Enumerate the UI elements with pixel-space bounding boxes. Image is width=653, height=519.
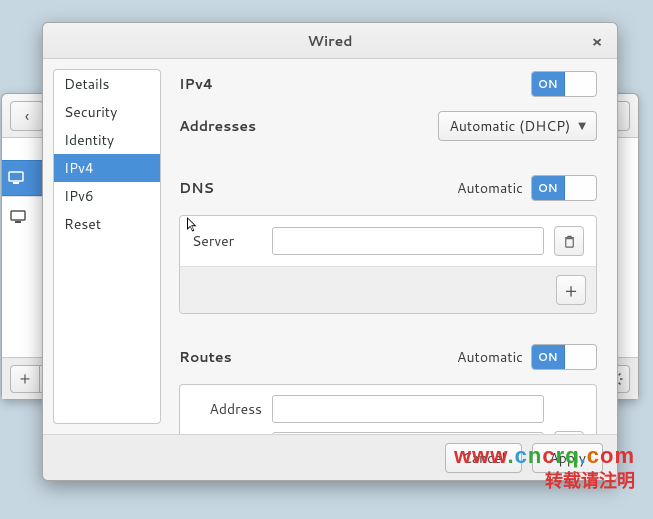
ipv4-panel: IPv4 ON Addresses Automatic (DHCP) ▼ DNS… <box>161 59 617 434</box>
toggle-knob <box>565 345 597 369</box>
dns-server-remove-button[interactable] <box>554 226 584 256</box>
toggle-on-label: ON <box>532 176 565 200</box>
close-icon: × <box>592 31 603 52</box>
sidebar-item-identity[interactable]: Identity <box>54 126 160 154</box>
sidebar-item-label: Security <box>64 102 117 122</box>
addresses-heading: Addresses <box>179 116 256 136</box>
cancel-button-label: Cancel <box>462 448 506 468</box>
toggle-on-label: ON <box>532 345 565 369</box>
sidebar-item-label: Identity <box>64 130 114 150</box>
toggle-knob <box>565 72 597 96</box>
dialog-footer: Cancel Apply <box>43 434 617 480</box>
route-address-label: Address <box>192 399 262 419</box>
dns-automatic-toggle[interactable]: ON <box>531 175 597 201</box>
apply-button-label: Apply <box>549 448 586 468</box>
routes-automatic-toggle[interactable]: ON <box>531 344 597 370</box>
sidebar-item-label: IPv6 <box>64 186 94 206</box>
sidebar-item-label: IPv4 <box>64 158 94 178</box>
sidebar-item-ipv4[interactable]: IPv4 <box>54 154 160 182</box>
wired-dialog: Wired × Details Security Identity IPv4 I… <box>42 22 618 481</box>
plus-icon: + <box>20 367 31 390</box>
ipv4-toggle[interactable]: ON <box>531 71 597 97</box>
dialog-title: Wired <box>308 31 353 51</box>
dialog-close-button[interactable]: × <box>587 31 607 51</box>
plus-icon: + <box>565 277 577 303</box>
sidebar-item-details[interactable]: Details <box>54 70 160 98</box>
sidebar-item-reset[interactable]: Reset <box>54 210 160 238</box>
apply-button[interactable]: Apply <box>532 443 603 473</box>
back-button[interactable]: ‹ <box>10 101 44 131</box>
sidebar-item-ipv6[interactable]: IPv6 <box>54 182 160 210</box>
dns-add-button[interactable]: + <box>556 275 586 305</box>
sidebar-item-label: Reset <box>64 214 101 234</box>
routes-heading: Routes <box>179 347 232 367</box>
toggle-knob <box>565 176 597 200</box>
monitor-icon <box>10 210 26 224</box>
route-address-input[interactable] <box>272 395 544 423</box>
dialog-titlebar: Wired × <box>43 23 617 59</box>
cancel-button[interactable]: Cancel <box>445 443 523 473</box>
dialog-sidebar: Details Security Identity IPv4 IPv6 Rese… <box>53 69 161 424</box>
addresses-dropdown-value: Automatic (DHCP) <box>449 116 570 136</box>
settings-side-item[interactable] <box>2 196 42 236</box>
settings-add-button[interactable]: + <box>10 365 40 393</box>
toggle-on-label: ON <box>532 72 565 96</box>
dns-heading: DNS <box>179 178 214 198</box>
addresses-dropdown[interactable]: Automatic (DHCP) ▼ <box>438 111 597 141</box>
settings-side-selected[interactable] <box>2 160 42 196</box>
dns-box: Server + <box>179 215 597 314</box>
chevron-left-icon: ‹ <box>25 105 29 128</box>
dns-server-label: Server <box>192 231 262 251</box>
routes-automatic-label: Automatic <box>457 347 523 367</box>
sidebar-item-label: Details <box>64 74 110 94</box>
dns-automatic-label: Automatic <box>457 178 523 198</box>
chevron-down-icon: ▼ <box>578 119 586 133</box>
wired-icon <box>8 171 24 185</box>
routes-box: Address Netmask <box>179 384 597 434</box>
ipv4-heading: IPv4 <box>179 74 213 94</box>
sidebar-item-security[interactable]: Security <box>54 98 160 126</box>
dns-server-input[interactable] <box>272 227 544 255</box>
trash-icon <box>562 234 577 249</box>
